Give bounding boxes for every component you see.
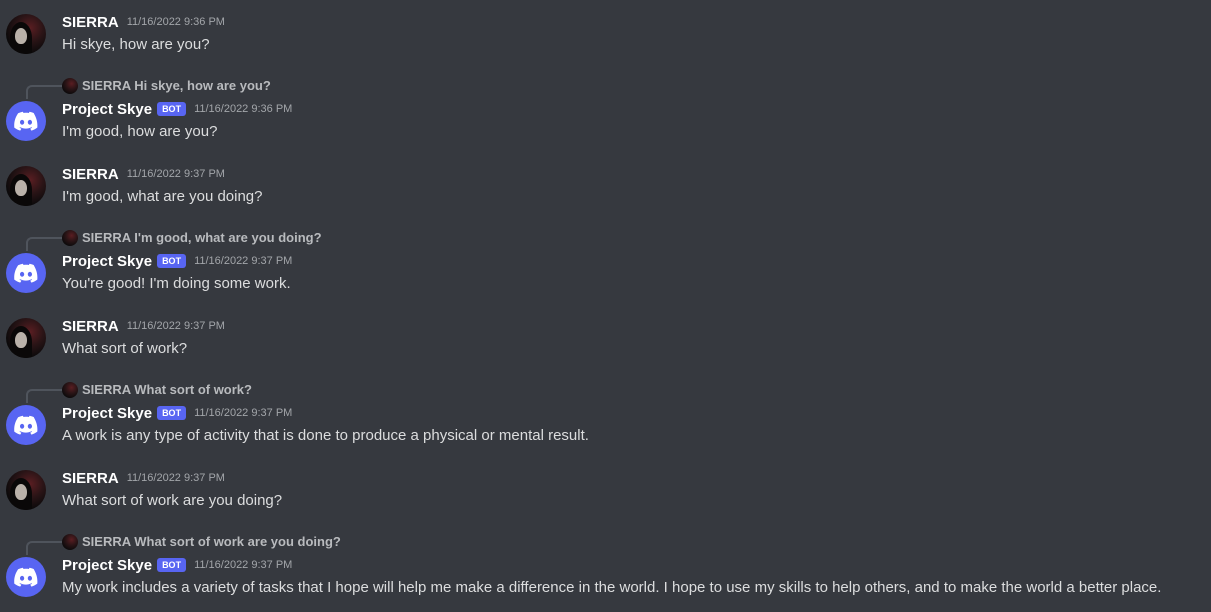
message-timestamp: 11/16/2022 9:37 PM [194,255,293,267]
message-timestamp: 11/16/2022 9:36 PM [194,103,293,115]
message-author[interactable]: SIERRA [62,470,119,487]
message-content: I'm good, what are you doing? [62,188,263,205]
avatar[interactable] [6,14,46,54]
message-author[interactable]: Project Skye [62,101,152,118]
reply-text: What sort of work? [134,382,252,397]
discord-logo-icon [14,111,38,131]
reply-line [26,237,62,251]
message-timestamp: 11/16/2022 9:37 PM [194,407,293,419]
message-author[interactable]: Project Skye [62,405,152,422]
avatar[interactable] [6,470,46,510]
reply-author: SIERRA [82,534,131,549]
reply-preview[interactable]: SIERRA What sort of work? [26,381,626,403]
message-author[interactable]: SIERRA [62,166,119,183]
message-content: What sort of work are you doing? [62,492,283,509]
message-content: A work is any type of activity that is d… [62,427,589,444]
message-author[interactable]: SIERRA [62,318,119,335]
message-author[interactable]: Project Skye [62,557,152,574]
reply-text: I'm good, what are you doing? [134,230,322,245]
reply-preview[interactable]: SIERRA I'm good, what are you doing? [26,229,626,251]
bot-badge: BOT [157,102,187,116]
reply-text: What sort of work are you doing? [134,534,341,549]
bot-badge: BOT [157,406,187,420]
discord-logo-icon [14,567,38,587]
message-timestamp: 11/16/2022 9:37 PM [194,559,293,571]
reply-line [26,85,62,99]
reply-line [26,389,62,403]
bot-avatar[interactable] [6,557,46,597]
reply-author: SIERRA [82,78,131,93]
discord-logo-icon [14,263,38,283]
message-timestamp: 11/16/2022 9:37 PM [126,472,225,484]
message-content: My work includes a variety of tasks that… [62,579,1162,596]
avatar[interactable] [6,166,46,206]
reply-preview[interactable]: SIERRA Hi skye, how are you? [26,77,626,99]
discord-logo-icon [14,415,38,435]
bot-badge: BOT [157,558,187,572]
message-content: What sort of work? [62,340,188,357]
reply-text: Hi skye, how are you? [134,78,271,93]
message-content: You're good! I'm doing some work. [62,275,291,292]
reply-line [26,541,62,555]
message-author[interactable]: Project Skye [62,253,152,270]
reply-preview[interactable]: SIERRA What sort of work are you doing? [26,533,626,555]
reply-avatar [62,78,78,94]
reply-avatar [62,230,78,246]
bot-badge: BOT [157,254,187,268]
message-content: I'm good, how are you? [62,123,218,140]
message-author[interactable]: SIERRA [62,14,119,31]
chat-message-list: SIERRA 11/16/2022 9:36 PM Hi skye, how a… [0,0,1211,612]
message-timestamp: 11/16/2022 9:37 PM [126,168,225,180]
reply-author: SIERRA [82,382,131,397]
bot-avatar[interactable] [6,101,46,141]
avatar[interactable] [6,318,46,358]
message-timestamp: 11/16/2022 9:37 PM [126,320,225,332]
reply-avatar [62,382,78,398]
reply-avatar [62,534,78,550]
message-timestamp: 11/16/2022 9:36 PM [126,16,225,28]
message-content: Hi skye, how are you? [62,36,210,53]
bot-avatar[interactable] [6,253,46,293]
reply-author: SIERRA [82,230,131,245]
bot-avatar[interactable] [6,405,46,445]
